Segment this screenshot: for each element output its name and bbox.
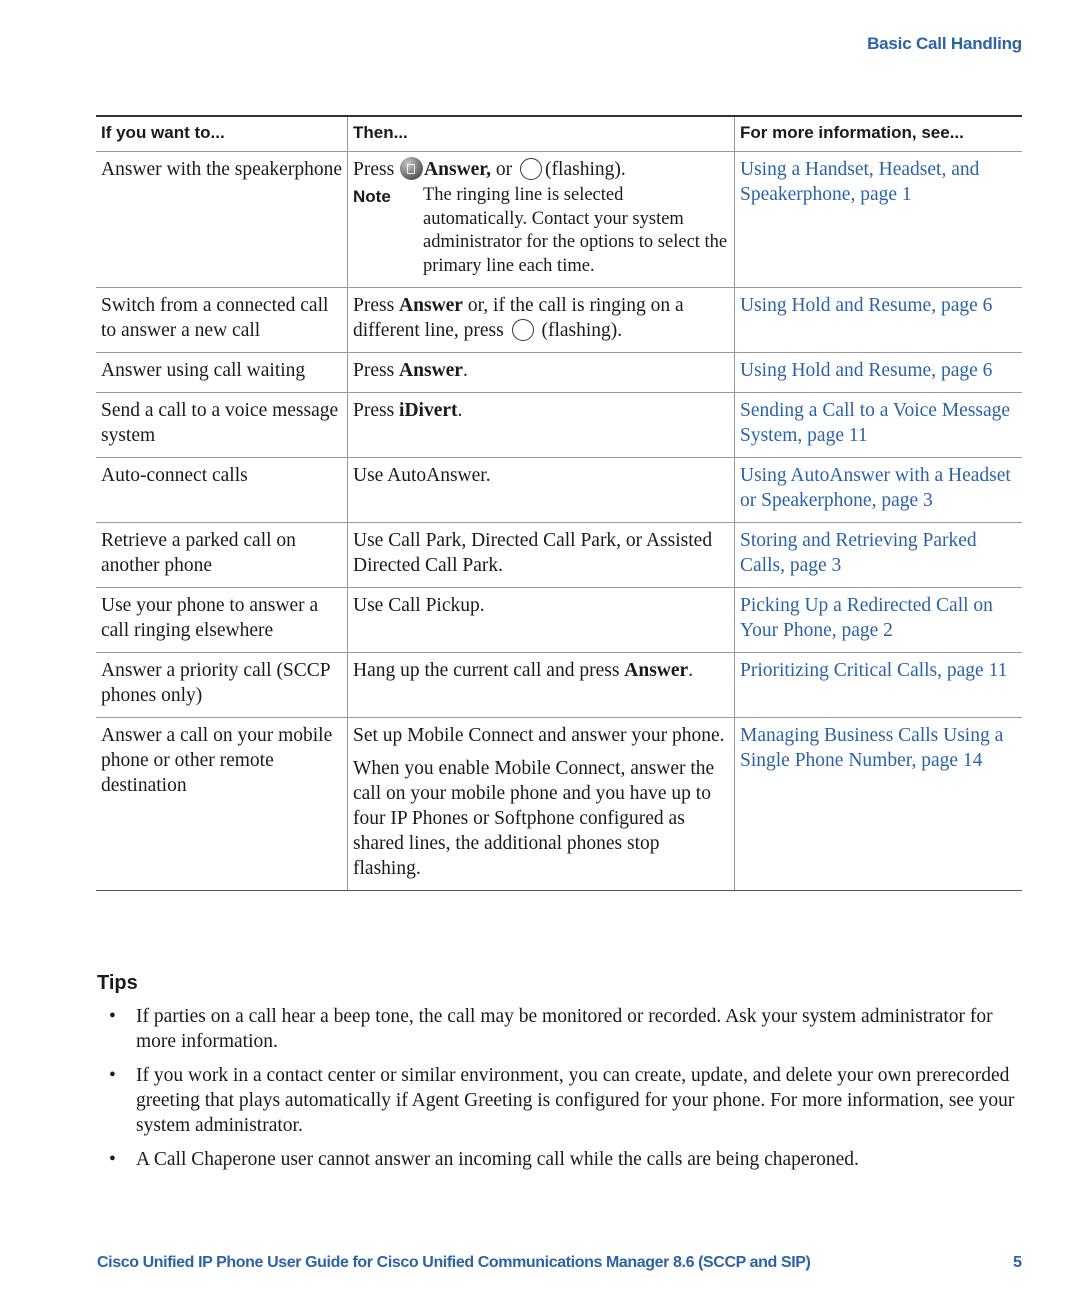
- then-text: Hang up the current call and press: [353, 660, 620, 681]
- then-cell: Use AutoAnswer.: [347, 457, 735, 523]
- then-text: .: [457, 400, 463, 421]
- tips-list: • If parties on a call hear a beep tone, …: [97, 1004, 1022, 1181]
- table-row: Answer with the speakerphone Press Answe…: [96, 151, 1022, 288]
- cross-reference-link[interactable]: Picking Up a Redirected Call on Your Pho…: [740, 595, 993, 641]
- want-cell: Use your phone to answer a call ringing …: [96, 587, 348, 653]
- then-cell: Set up Mobile Connect and answer your ph…: [347, 717, 735, 891]
- tip-text: If parties on a call hear a beep tone, t…: [136, 1006, 993, 1052]
- want-cell: Retrieve a parked call on another phone: [96, 522, 348, 588]
- cross-reference-link[interactable]: Using Hold and Resume, page 6: [740, 295, 992, 316]
- then-text: .: [462, 360, 468, 381]
- bullet-icon: •: [109, 1149, 116, 1170]
- cross-reference-link[interactable]: Using Hold and Resume, page 6: [740, 360, 992, 381]
- then-text: Press: [353, 295, 395, 316]
- then-text: Press: [353, 159, 395, 180]
- table-row: Use your phone to answer a call ringing …: [96, 587, 1022, 653]
- table-row: Auto-connect calls Use AutoAnswer. Using…: [96, 457, 1022, 523]
- table-row: Answer a priority call (SCCP phones only…: [96, 652, 1022, 718]
- then-text: Press: [353, 400, 395, 421]
- note-text: The ringing line is selected automatical…: [423, 185, 728, 276]
- line-button-icon: [520, 158, 543, 180]
- column-header-then: Then...: [347, 115, 735, 152]
- line-button-icon: [511, 319, 534, 341]
- want-cell: Switch from a connected call to answer a…: [96, 287, 348, 353]
- then-text: (flashing).: [541, 320, 623, 341]
- tip-text: If you work in a contact center or simil…: [136, 1065, 1015, 1136]
- then-cell: Press iDivert.: [347, 392, 735, 458]
- want-cell: Answer a call on your mobile phone or ot…: [96, 717, 348, 891]
- softkey-label: Answer,: [424, 159, 492, 180]
- want-cell: Answer using call waiting: [96, 352, 348, 393]
- then-text: When you enable Mobile Connect, answer t…: [353, 758, 715, 879]
- table-row: Answer a call on your mobile phone or ot…: [96, 717, 1022, 891]
- tip-item: • If parties on a call hear a beep tone, …: [97, 1004, 1022, 1054]
- speaker-button-icon: [400, 157, 424, 180]
- note-label: Note: [353, 187, 391, 206]
- softkey-label: iDivert: [399, 400, 458, 421]
- then-cell: Press Answer or, if the call is ringing …: [347, 287, 735, 353]
- footer-title: Cisco Unified IP Phone User Guide for Ci…: [97, 1254, 811, 1271]
- table-row: Answer using call waiting Press Answer. …: [96, 352, 1022, 393]
- softkey-label: Answer: [624, 660, 689, 681]
- softkey-label: Answer: [399, 360, 463, 381]
- cross-reference-link[interactable]: Sending a Call to a Voice Message System…: [740, 400, 1010, 446]
- table-header-row: If you want to... Then... For more infor…: [96, 115, 1022, 152]
- call-handling-table: If you want to... Then... For more infor…: [96, 115, 1022, 891]
- column-header-more-info: For more information, see...: [734, 115, 1022, 152]
- table-row: Retrieve a parked call on another phone …: [96, 522, 1022, 588]
- tip-item: • If you work in a contact center or simi…: [97, 1063, 1022, 1138]
- cross-reference-link[interactable]: Managing Business Calls Using a Single P…: [740, 725, 1003, 771]
- then-text: Press: [353, 360, 395, 381]
- tip-text: A Call Chaperone user cannot answer an i…: [136, 1149, 859, 1170]
- cross-reference-link[interactable]: Using AutoAnswer with a Headset or Speak…: [740, 465, 1011, 511]
- then-text: .: [688, 660, 694, 681]
- then-text: or: [495, 159, 513, 180]
- column-header-want: If you want to...: [96, 115, 348, 152]
- want-cell: Auto-connect calls: [96, 457, 348, 523]
- then-cell: Press Answer, or (flashing). Note The ri…: [347, 151, 735, 288]
- section-title: Basic Call Handling: [867, 34, 1022, 53]
- want-cell: Answer with the speakerphone: [96, 151, 348, 288]
- table-row: Send a call to a voice message system Pr…: [96, 392, 1022, 458]
- bullet-icon: •: [109, 1065, 116, 1086]
- then-text: Set up Mobile Connect and answer your ph…: [353, 725, 725, 746]
- want-cell: Answer a priority call (SCCP phones only…: [96, 652, 348, 718]
- note-block: Note The ringing line is selected automa…: [353, 184, 729, 278]
- then-cell: Use Call Pickup.: [347, 587, 735, 653]
- cross-reference-link[interactable]: Storing and Retrieving Parked Calls, pag…: [740, 530, 977, 576]
- tips-heading: Tips: [97, 972, 138, 994]
- softkey-label: Answer: [399, 295, 463, 316]
- then-cell: Hang up the current call and press Answe…: [347, 652, 735, 718]
- then-cell: Use Call Park, Directed Call Park, or As…: [347, 522, 735, 588]
- table-row: Switch from a connected call to answer a…: [96, 287, 1022, 353]
- want-cell: Send a call to a voice message system: [96, 392, 348, 458]
- cross-reference-link[interactable]: Prioritizing Critical Calls, page 11: [740, 660, 1007, 681]
- page-number: 5: [1013, 1254, 1022, 1271]
- then-text: (flashing).: [545, 159, 626, 180]
- tip-item: • A Call Chaperone user cannot answer an …: [97, 1147, 1022, 1172]
- then-cell: Press Answer.: [347, 352, 735, 393]
- cross-reference-link[interactable]: Using a Handset, Headset, and Speakerpho…: [740, 159, 979, 205]
- bullet-icon: •: [109, 1006, 116, 1027]
